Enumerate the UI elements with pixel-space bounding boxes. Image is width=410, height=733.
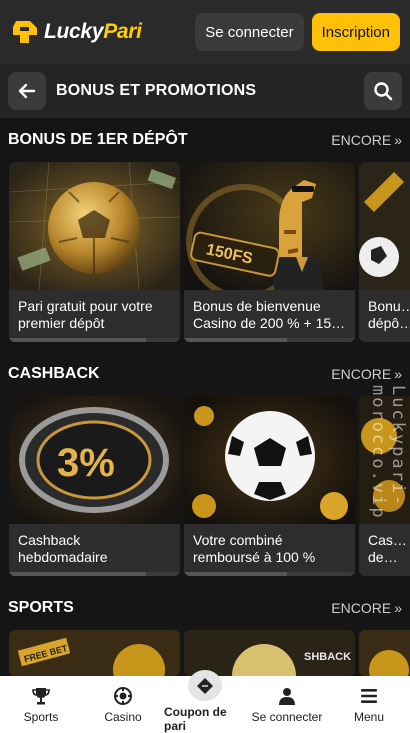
see-more-link[interactable]: ENCORE» [331, 132, 402, 148]
soccer-ball-coins-image [184, 396, 355, 524]
cashback-chip-image: 3% [9, 396, 180, 524]
section-cashback: CASHBACK ENCORE» 3% Cashback hebdomadair… [0, 352, 410, 576]
section-sports: SPORTS ENCORE» FREE BET SHBACK [0, 586, 410, 676]
promo-card[interactable]: Votre combiné remboursé à 100 % [184, 396, 355, 576]
casino-chip-icon [114, 686, 132, 705]
free-bet-image: FREE BET [9, 630, 180, 676]
luckypari-logo[interactable]: LuckyPari [10, 17, 142, 47]
nav-label: Se connecter [251, 709, 323, 724]
section-title: CASHBACK [8, 365, 100, 382]
logo-text: LuckyPari [44, 20, 142, 43]
nav-label: Coupon de pari [164, 705, 227, 733]
login-button[interactable]: Se connecter [195, 13, 304, 51]
logo-mark-icon [13, 21, 37, 43]
arrow-left-icon [18, 83, 36, 99]
soccer-ball-gold-image [9, 162, 180, 290]
page-titlebar: BONUS ET PROMOTIONS [0, 64, 410, 118]
card-progress-bar [9, 572, 180, 576]
promo-card[interactable]: 150FS Bonus de bienvenue Casino de 200 %… [184, 162, 355, 342]
nav-label: Menu [353, 709, 385, 724]
nav-item-login[interactable]: Se connecter [246, 676, 328, 733]
see-more-link[interactable]: ENCORE» [331, 366, 402, 382]
nav-item-bet-slip[interactable]: Coupon de pari [164, 670, 246, 733]
page-title: BONUS ET PROMOTIONS [56, 82, 257, 99]
nav-item-sports[interactable]: Sports [0, 676, 82, 733]
promo-card[interactable]: SHBACK [184, 630, 355, 676]
promo-card[interactable]: Bonu… dépô… [359, 162, 410, 342]
promo-caption: Bonu… dépô… [359, 290, 410, 342]
promo-caption: Pari gratuit pour votre premier dépôt [9, 290, 180, 342]
user-icon [279, 687, 295, 705]
double-chevron-right-icon: » [394, 132, 402, 148]
nav-item-casino[interactable]: Casino [82, 676, 164, 733]
sports-cashback-image: SHBACK [184, 630, 355, 676]
promo-image-partial [359, 162, 410, 290]
section-title: SPORTS [8, 599, 74, 616]
bottom-navigation: Sports Casino Coupon de pari Se connecte… [0, 670, 410, 733]
trophy-icon [32, 687, 50, 704]
promo-image-partial [359, 630, 410, 676]
nav-icon-wrap [188, 670, 222, 701]
promo-caption: Cashback hebdomadaire [9, 524, 180, 576]
cashback-percent-text: 3% [57, 441, 115, 485]
nav-item-menu[interactable]: Menu [328, 676, 410, 733]
card-progress-bar [9, 338, 180, 342]
promo-caption: Bonus de bienvenue Casino de 200 % + 15… [184, 290, 355, 342]
double-chevron-right-icon: » [394, 366, 402, 382]
card-progress-bar [184, 572, 355, 576]
search-button[interactable] [364, 72, 402, 110]
card-progress-bar [184, 338, 355, 342]
watermark-text: Luckypari-morocco.vip [368, 385, 408, 520]
back-button[interactable] [8, 72, 46, 110]
promo-card[interactable]: FREE BET [9, 630, 180, 676]
promo-card[interactable]: 3% Cashback hebdomadaire [9, 396, 180, 576]
promo-caption: Votre combiné remboursé à 100 % [184, 524, 355, 576]
top-header: LuckyPari Se connecter Inscription [0, 0, 410, 64]
promo-card[interactable]: Pari gratuit pour votre premier dépôt [9, 162, 180, 342]
shback-text: SHBACK [304, 651, 351, 663]
giraffe-casino-image: 150FS [184, 162, 355, 290]
ticket-icon [197, 677, 213, 694]
signup-button[interactable]: Inscription [311, 13, 400, 51]
search-icon [374, 82, 393, 101]
nav-label: Sports [23, 709, 59, 724]
hamburger-icon [361, 688, 377, 703]
promo-card[interactable] [359, 630, 410, 676]
section-first-deposit: BONUS DE 1ER DÉPÔT ENCORE» Pari gratuit … [0, 118, 410, 342]
section-title: BONUS DE 1ER DÉPÔT [8, 131, 188, 148]
nav-label: Casino [104, 709, 142, 724]
